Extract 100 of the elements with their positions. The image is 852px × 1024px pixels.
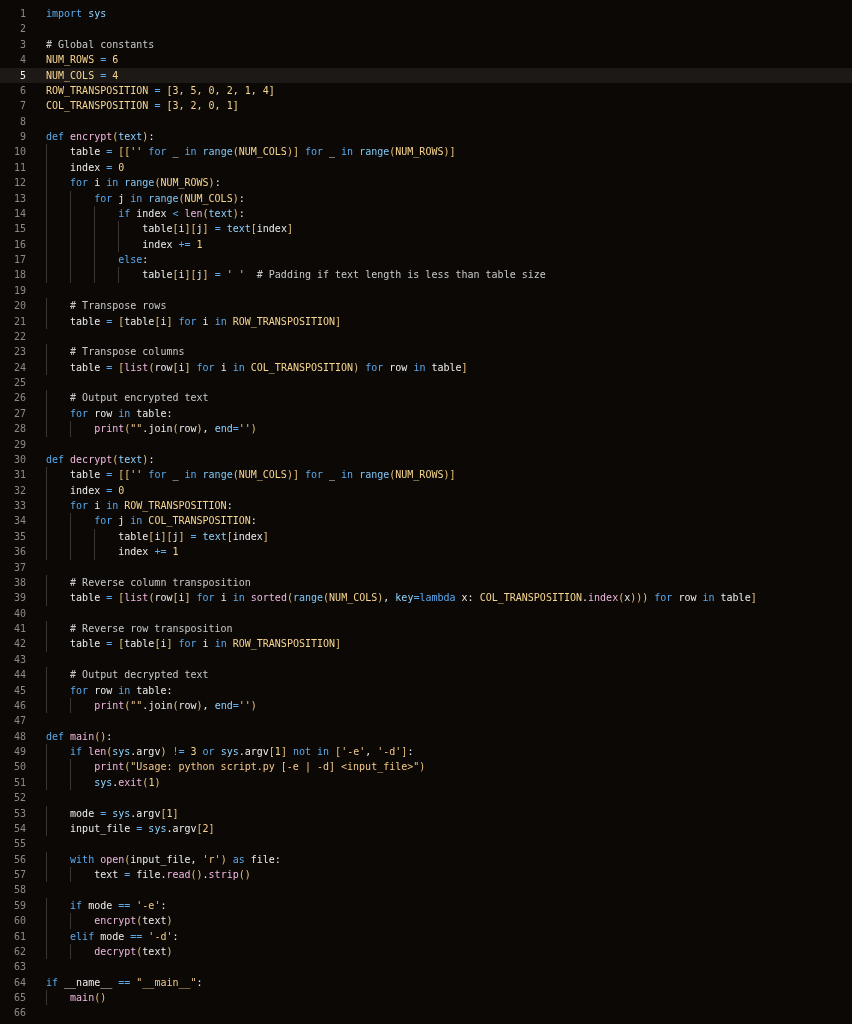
line-number: 48 xyxy=(12,729,26,744)
line-number: 35 xyxy=(12,529,26,544)
code-line: else: xyxy=(117,254,149,265)
line-number: 27 xyxy=(12,406,26,421)
line-number: 38 xyxy=(12,575,26,590)
line-number: 10 xyxy=(12,145,26,160)
code-line: index += 1 xyxy=(117,546,179,558)
code-line: table = [list(row[i] for i in sorted(range(NUM_COLS), key=lambda x: COL_TRANSPOSITION.index(x))) for row in table] xyxy=(69,592,757,604)
line-number: 28 xyxy=(12,422,26,437)
code-line: # Transpose columns xyxy=(69,346,185,358)
line-number: 15 xyxy=(12,222,26,237)
code-line: decrypt(text) xyxy=(93,945,173,957)
code-line: if mode == '-e': xyxy=(69,899,167,911)
code-line: print("".join(row), end='') xyxy=(93,423,257,435)
code-line: # Global constants xyxy=(46,38,155,50)
line-number: 1 xyxy=(18,7,26,21)
line-number: 16 xyxy=(12,237,26,252)
line-number: 40 xyxy=(12,606,26,621)
code-line: for row in table: xyxy=(69,684,173,696)
line-number: 29 xyxy=(12,437,26,452)
code-line: table[i][j] = ' ' # Padding if text length is less than table size xyxy=(141,269,546,281)
line-number: 8 xyxy=(18,114,26,129)
line-number: 60 xyxy=(12,914,26,929)
line-number: 44 xyxy=(12,668,26,683)
code-line: for i in range(NUM_ROWS): xyxy=(69,177,221,189)
code-line: main() xyxy=(69,992,107,1003)
line-number: 21 xyxy=(12,314,26,329)
code-line: table = [list(row[i] for i in COL_TRANSPOSITION) for row in table] xyxy=(69,361,468,373)
line-number: 49 xyxy=(12,745,26,759)
line-number: 56 xyxy=(12,852,26,867)
line-number: 19 xyxy=(12,283,26,298)
code-line: print("".join(row), end='') xyxy=(93,699,257,711)
code-line: index = 0 xyxy=(69,484,125,496)
line-number: 41 xyxy=(12,622,26,636)
code-line: elif mode == '-d': xyxy=(69,930,179,942)
line-number: 32 xyxy=(12,483,26,498)
code-line: for j in COL_TRANSPOSITION: xyxy=(93,515,257,527)
line-number: 59 xyxy=(12,898,26,913)
code-line: def main(): xyxy=(46,730,113,742)
code-line: table[i][j] = text[index] xyxy=(117,530,269,542)
line-number: 26 xyxy=(12,391,26,406)
line-number: 66 xyxy=(12,1006,26,1021)
line-number: 3 xyxy=(18,37,26,52)
line-number: 64 xyxy=(12,975,26,990)
line-number: 34 xyxy=(12,514,26,529)
line-number: 46 xyxy=(12,698,26,713)
line-number: 24 xyxy=(12,360,26,375)
code-line: if __name__ == "__main__": xyxy=(46,976,203,988)
line-number: 14 xyxy=(12,206,26,221)
line-number: 13 xyxy=(12,191,26,206)
code-line: NUM_ROWS = 6 xyxy=(46,54,119,66)
line-number: 53 xyxy=(12,806,26,821)
line-number: 11 xyxy=(12,160,26,175)
code-line: # Reverse row transposition xyxy=(69,623,233,634)
code-line: table = [['' for _ in range(NUM_COLS)] for _ in range(NUM_ROWS)] xyxy=(69,469,456,481)
code-line: sys.exit(1) xyxy=(93,776,161,788)
code-line: table[i][j] = text[index] xyxy=(141,223,293,235)
line-number: 55 xyxy=(12,837,26,852)
line-number: 2 xyxy=(18,22,26,37)
line-number: 23 xyxy=(12,345,26,360)
code-line: with open(input_file, 'r') as file: xyxy=(69,853,281,865)
line-number: 45 xyxy=(12,683,26,698)
line-number: 54 xyxy=(12,821,26,836)
line-number: 65 xyxy=(12,991,26,1005)
line-number: 9 xyxy=(18,130,26,144)
line-number: 50 xyxy=(12,760,26,775)
code-line: for row in table: xyxy=(69,407,173,419)
line-number: 22 xyxy=(12,329,26,344)
code-line: # Output encrypted text xyxy=(69,392,209,404)
line-number: 7 xyxy=(18,99,26,114)
line-number: 63 xyxy=(12,960,26,975)
code-line: encrypt(text) xyxy=(93,915,173,927)
line-number: 30 xyxy=(12,452,26,467)
code-line: COL_TRANSPOSITION = [3, 2, 0, 1] xyxy=(46,100,239,112)
code-line: import sys xyxy=(46,8,107,19)
code-line: input_file = sys.argv[2] xyxy=(69,822,215,834)
line-number: 52 xyxy=(12,791,26,806)
code-line: for i in ROW_TRANSPOSITION: xyxy=(69,500,233,511)
line-number: 47 xyxy=(12,714,26,729)
line-number: 6 xyxy=(18,83,26,98)
code-line: table = [table[i] for i in ROW_TRANSPOSITION] xyxy=(69,638,342,650)
line-number: 20 xyxy=(12,299,26,314)
code-line: text = file.read().strip() xyxy=(93,869,251,880)
code-line: index += 1 xyxy=(141,238,203,250)
line-number: 57 xyxy=(12,868,26,882)
code-line: mode = sys.argv[1] xyxy=(69,807,179,819)
code-line: ROW_TRANSPOSITION = [3, 5, 0, 2, 1, 4] xyxy=(46,84,275,96)
line-number: 36 xyxy=(12,545,26,560)
line-number: 12 xyxy=(12,176,26,191)
line-number: 37 xyxy=(12,560,26,575)
code-line: # Reverse column transposition xyxy=(69,576,251,588)
code-line: def encrypt(text): xyxy=(46,131,155,142)
line-number: 17 xyxy=(12,253,26,267)
code-line: if len(sys.argv) != 3 or sys.argv[1] not in ['-e', '-d']: xyxy=(69,746,414,757)
line-number: 43 xyxy=(12,652,26,667)
line-number: 31 xyxy=(12,468,26,483)
code-line: table = [table[i] for i in ROW_TRANSPOSITION] xyxy=(69,315,342,327)
code-line: NUM_COLS = 4 xyxy=(46,69,119,81)
line-number: 5 xyxy=(18,68,26,83)
code-line: # Output decrypted text xyxy=(69,669,209,681)
